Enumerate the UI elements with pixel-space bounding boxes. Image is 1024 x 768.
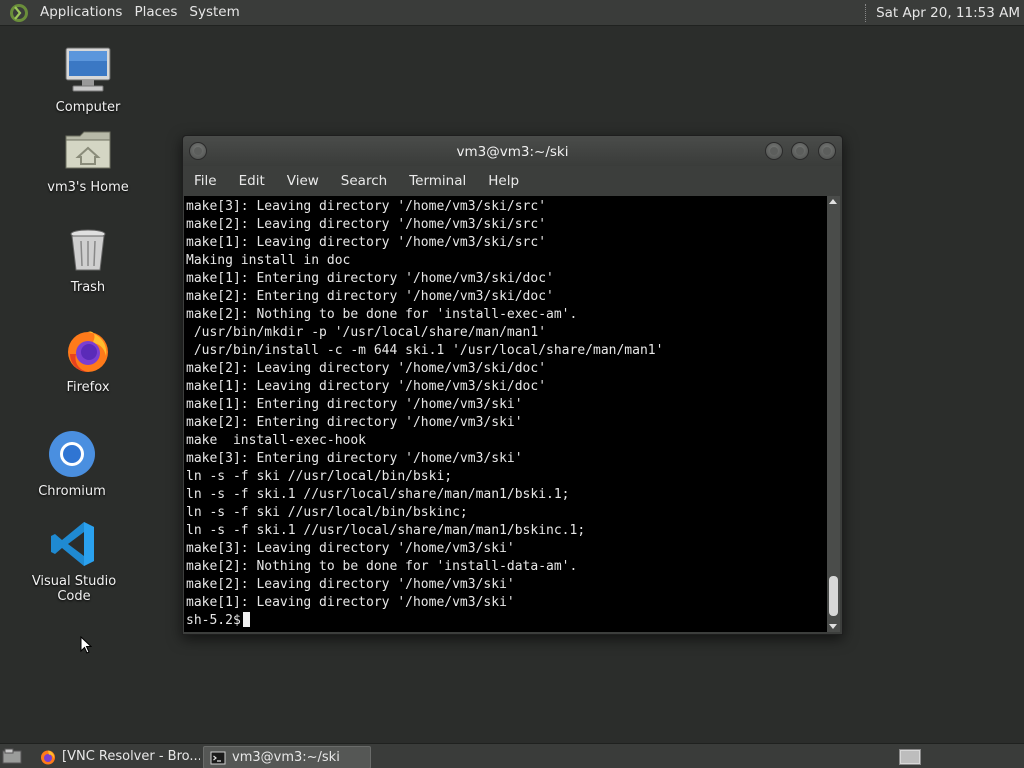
terminal-icon — [210, 751, 226, 764]
window-title: vm3@vm3:~/ski — [456, 144, 569, 160]
scrollbar-thumb[interactable] — [829, 576, 838, 616]
text-cursor — [242, 612, 250, 627]
maximize-button[interactable] — [791, 142, 809, 160]
terminal-line: /usr/bin/mkdir -p '/usr/local/share/man/… — [186, 325, 547, 340]
taskbar-item-browser[interactable]: [VNC Resolver - Bro... — [34, 746, 200, 767]
window-menubar: File Edit View Search Terminal Help — [183, 166, 842, 196]
scroll-down-arrow-icon[interactable] — [829, 624, 837, 629]
trash-icon — [70, 229, 106, 271]
terminal-line: make[1]: Leaving directory '/home/vm3/sk… — [186, 595, 515, 610]
desktop-icon-label: Visual Studio Code — [31, 574, 117, 604]
menu-applications[interactable]: Applications — [34, 0, 128, 25]
window-titlebar[interactable]: vm3@vm3:~/ski — [183, 136, 842, 166]
terminal-line: make[3]: Leaving directory '/home/vm3/sk… — [186, 199, 547, 214]
top-panel: Applications Places System Sat Apr 20, 1… — [0, 0, 1024, 26]
close-button[interactable] — [818, 142, 836, 160]
desktop-icon-trash[interactable]: Trash — [28, 224, 148, 295]
menu-help[interactable]: Help — [477, 166, 530, 196]
menu-search[interactable]: Search — [330, 166, 398, 196]
panel-separator — [865, 3, 868, 22]
terminal-line: ln -s -f ski.1 //usr/local/share/man/man… — [186, 487, 570, 502]
terminal-line: make[1]: Leaving directory '/home/vm3/sk… — [186, 379, 547, 394]
terminal-line: ln -s -f ski //usr/local/bin/bski; — [186, 469, 453, 484]
terminal-line: make[2]: Entering directory '/home/vm3/s… — [186, 415, 523, 430]
desktop-icon-vscode[interactable]: Visual Studio Code — [14, 518, 134, 604]
bottom-panel: [VNC Resolver - Bro... vm3@vm3:~/ski — [0, 743, 1024, 768]
desktop-icon-label: Trash — [70, 280, 106, 295]
terminal-line: make[1]: Entering directory '/home/vm3/s… — [186, 397, 523, 412]
mate-logo-icon — [10, 3, 28, 22]
desktop-icon-home[interactable]: vm3's Home — [28, 124, 148, 195]
menu-view[interactable]: View — [276, 166, 330, 196]
terminal-line: make[2]: Leaving directory '/home/vm3/sk… — [186, 217, 547, 232]
mouse-pointer-icon — [80, 636, 92, 654]
terminal-prompt-line[interactable]: sh-5.2$ — [186, 612, 663, 630]
terminal-line: Making install in doc — [186, 253, 351, 268]
menu-file[interactable]: File — [183, 166, 228, 196]
desktop-icon-firefox[interactable]: Firefox — [28, 324, 148, 395]
terminal-line: make[2]: Leaving directory '/home/vm3/sk… — [186, 361, 547, 376]
desktop-icon-label: Firefox — [66, 380, 110, 395]
terminal-scrollbar[interactable] — [827, 196, 840, 632]
desktop-icon-chromium[interactable]: Chromium — [12, 428, 132, 499]
terminal-line: make[2]: Nothing to be done for 'install… — [186, 307, 578, 322]
scroll-up-arrow-icon[interactable] — [829, 199, 837, 204]
terminal-line: make[1]: Leaving directory '/home/vm3/sk… — [186, 235, 547, 250]
terminal-line: make[1]: Entering directory '/home/vm3/s… — [186, 271, 554, 286]
terminal-line: make[3]: Leaving directory '/home/vm3/sk… — [186, 541, 515, 556]
firefox-icon — [41, 750, 55, 764]
terminal-line: ln -s -f ski //usr/local/bin/bskinc; — [186, 505, 468, 520]
menu-terminal[interactable]: Terminal — [398, 166, 477, 196]
top-menu: Applications Places System — [0, 0, 246, 25]
menu-edit[interactable]: Edit — [228, 166, 276, 196]
menu-places[interactable]: Places — [128, 0, 183, 25]
terminal-window[interactable]: vm3@vm3:~/ski File Edit View Search Term… — [182, 135, 843, 635]
home-folder-icon — [65, 131, 111, 169]
firefox-icon — [68, 331, 108, 372]
workspace-switcher[interactable] — [899, 749, 921, 765]
clock-area: Sat Apr 20, 11:53 AM — [865, 0, 1020, 25]
desktop-icon-label: Chromium — [38, 484, 106, 499]
show-desktop-icon[interactable] — [2, 748, 22, 764]
menu-system[interactable]: System — [183, 0, 245, 25]
terminal-lines: make[3]: Leaving directory '/home/vm3/sk… — [186, 198, 663, 630]
desktop-screen: Applications Places System Sat Apr 20, 1… — [0, 0, 1024, 768]
computer-icon — [65, 47, 111, 92]
taskbar-item-label: vm3@vm3:~/ski — [232, 750, 340, 765]
terminal-output[interactable]: make[3]: Leaving directory '/home/vm3/sk… — [184, 196, 827, 632]
terminal-line: make[3]: Entering directory '/home/vm3/s… — [186, 451, 523, 466]
terminal-line: /usr/bin/install -c -m 644 ski.1 '/usr/l… — [186, 343, 664, 358]
minimize-button[interactable] — [765, 142, 783, 160]
panel-clock[interactable]: Sat Apr 20, 11:53 AM — [876, 5, 1020, 21]
desktop-icon-label: Computer — [55, 100, 121, 115]
desktop-icon-label: vm3's Home — [47, 180, 129, 195]
shell-prompt: sh-5.2$ — [186, 613, 241, 628]
chromium-icon — [49, 431, 95, 477]
terminal-line: make[2]: Entering directory '/home/vm3/s… — [186, 289, 554, 304]
taskbar-item-label: [VNC Resolver - Bro... — [62, 749, 200, 764]
terminal-line: make[2]: Nothing to be done for 'install… — [186, 559, 578, 574]
desktop-icon-computer[interactable]: Computer — [28, 44, 148, 115]
terminal-line: ln -s -f ski.1 //usr/local/share/man/man… — [186, 523, 586, 538]
taskbar-item-terminal[interactable]: vm3@vm3:~/ski — [203, 746, 371, 768]
terminal-line: make install-exec-hook — [186, 433, 367, 448]
terminal-line: make[2]: Leaving directory '/home/vm3/sk… — [186, 577, 515, 592]
vscode-icon — [51, 522, 94, 566]
